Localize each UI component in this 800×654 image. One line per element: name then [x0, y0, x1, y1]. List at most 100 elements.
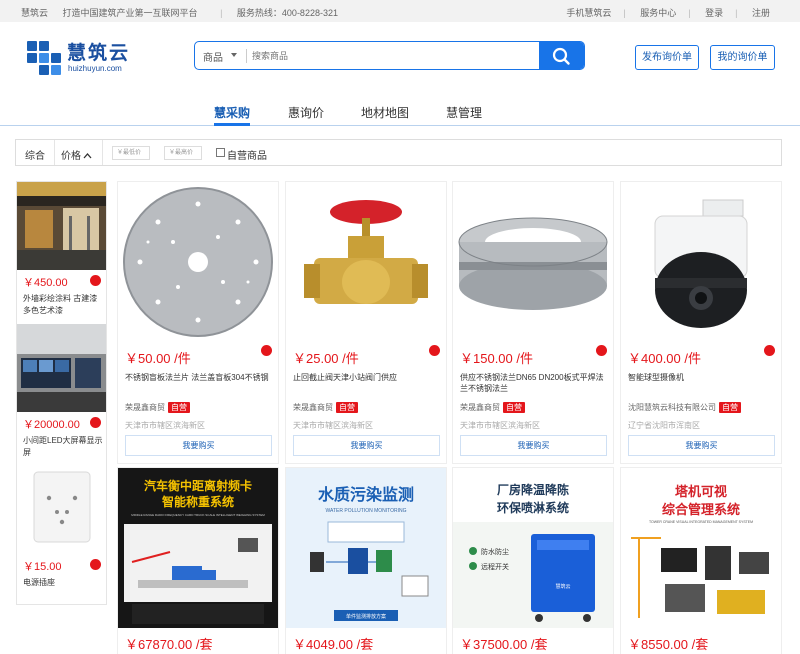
top-hotline: 服务热线：400-8228-321 [236, 8, 338, 18]
sidebar-item-name: 外墙彩绘涂料 古建漆多色艺术漆 [23, 294, 98, 315]
top-bar: 慧筑云 打造中国建筑产业第一互联网平台 | 服务热线：400-8228-321 … [0, 0, 800, 22]
chevron-down-icon[interactable] [231, 53, 237, 57]
product-price: ￥8550.00 /套 [628, 637, 709, 652]
product-price: ￥150.00 /件 [460, 351, 533, 366]
banner-title-line2: 环保喷淋系统 [497, 500, 569, 515]
feature-bullet: 远程开关 [481, 562, 509, 571]
banner-title: 水质污染监测 [318, 485, 414, 504]
sort-all[interactable]: 综合 [25, 147, 45, 162]
buy-button[interactable]: 我要购买 [628, 435, 775, 456]
product-image [118, 182, 278, 341]
nav-item-inquiry[interactable]: 惠询价 [288, 104, 324, 121]
banner-footer: 单件监测排放方案 [346, 613, 386, 620]
banner-title-line2: 智能称重系统 [161, 494, 234, 509]
product-price: ￥67870.00 /套 [125, 637, 213, 652]
product-location: 天津市市辖区滨海新区 [125, 421, 205, 430]
sidebar-item-image [17, 182, 106, 270]
recommend-sidebar: ￥450.00 外墙彩绘涂料 古建漆多色艺术漆 ￥20000.00 小间距LED… [16, 181, 107, 605]
hot-badge-icon [90, 275, 101, 286]
product-card[interactable]: ￥400.00 /件 智能球型摄像机 沈阳慧筑云科技有限公司 自营 辽宁省沈阳市浑… [620, 181, 782, 464]
self-operated-checkbox[interactable] [216, 148, 225, 157]
banner-title: 塔机可视 [675, 484, 727, 499]
sidebar-item-name: 电源插座 [23, 578, 55, 587]
product-shop[interactable]: 荣晟鑫商贸 自营 [125, 402, 190, 413]
product-shop[interactable]: 荣晟鑫商贸 自营 [293, 402, 358, 413]
nav-active-underline [214, 123, 250, 126]
product-price: ￥37500.00 /套 [460, 637, 548, 652]
sort-price[interactable]: 价格 [61, 147, 92, 162]
self-operated-badge: 自营 [336, 402, 358, 413]
banner-title: 汽车衡中距离射频卡 [144, 478, 252, 493]
product-title[interactable]: 智能球型摄像机 [628, 372, 778, 383]
self-operated-badge: 自营 [719, 402, 741, 413]
machine-label: 慧筑云 [555, 583, 570, 590]
banner-subtitle: MIDDLE RANGE RADIO FREQUENCY CARD TRUCK … [131, 513, 265, 517]
search-input[interactable] [252, 47, 532, 64]
logo-name: 慧筑云 [67, 43, 131, 64]
product-card[interactable]: ￥150.00 /件 供应不锈钢法兰DN65 DN200板式平焊法兰不锈钢法兰 … [452, 181, 614, 464]
product-location: 天津市市辖区滨海新区 [293, 421, 373, 430]
product-card[interactable]: 汽车衡中距离射频卡 智能称重系统 MIDDLE RANGE RADIO FREQ… [117, 467, 279, 654]
publish-inquiry-button[interactable]: 发布询价单 [635, 45, 699, 70]
hot-badge-icon [429, 345, 440, 356]
nav-item-material-map[interactable]: 地材地图 [361, 104, 409, 121]
product-card[interactable]: 塔机可视 综合管理系统 TOWER CRANE VISUAL INTEGRATE… [620, 467, 782, 654]
product-image: 塔机可视 综合管理系统 TOWER CRANE VISUAL INTEGRATE… [621, 468, 781, 628]
product-location: 辽宁省沈阳市浑南区 [628, 421, 700, 430]
feature-bullet: 防水防尘 [481, 547, 509, 556]
buy-button[interactable]: 我要购买 [125, 435, 272, 456]
link-login[interactable]: 登录 [705, 8, 723, 18]
product-price: ￥25.00 /件 [293, 351, 359, 366]
self-operated-badge: 自营 [168, 402, 190, 413]
hot-badge-icon [596, 345, 607, 356]
product-price: ￥400.00 /件 [628, 351, 701, 366]
product-price: ￥50.00 /件 [125, 351, 191, 366]
product-image [453, 182, 613, 341]
banner-subtitle: WATER POLLUTION MONITORING [325, 508, 406, 514]
buy-button[interactable]: 我要购买 [293, 435, 440, 456]
banner-title: 厂房降温降陈 [497, 482, 569, 497]
nav-item-purchase[interactable]: 慧采购 [214, 104, 250, 121]
product-card[interactable]: ￥25.00 /件 止回截止阀天津小站阀门供应 荣晟鑫商贸 自营 天津市市辖区滨海… [285, 181, 447, 464]
sidebar-item-image [17, 324, 106, 412]
product-image: 汽车衡中距离射频卡 智能称重系统 MIDDLE RANGE RADIO FREQ… [118, 468, 278, 628]
hot-badge-icon [90, 417, 101, 428]
product-title[interactable]: 止回截止阀天津小站阀门供应 [293, 372, 443, 383]
product-location: 天津市市辖区滨海新区 [460, 421, 540, 430]
buy-button[interactable]: 我要购买 [460, 435, 607, 456]
product-shop[interactable]: 荣晟鑫商贸 自营 [460, 402, 525, 413]
sidebar-item-price: ￥20000.00 [23, 419, 80, 431]
nav-item-management[interactable]: 慧管理 [446, 104, 482, 121]
sidebar-item-price: ￥450.00 [23, 277, 68, 289]
banner-title-line2: 综合管理系统 [662, 502, 740, 517]
link-service-center[interactable]: 服务中心 [640, 8, 676, 18]
product-title[interactable]: 供应不锈钢法兰DN65 DN200板式平焊法兰不锈钢法兰 [460, 372, 610, 394]
top-slogan: 打造中国建筑产业第一互联网平台 [62, 8, 198, 18]
search-category[interactable]: 商品 [203, 49, 223, 64]
max-price-input[interactable]: ￥最高价 [164, 146, 202, 160]
search-button[interactable] [539, 42, 584, 69]
self-operated-label: 自营商品 [227, 151, 267, 162]
product-price: ￥4049.00 /套 [293, 637, 374, 652]
my-inquiry-button[interactable]: 我的询价单 [710, 45, 775, 70]
top-brand: 慧筑云 [21, 8, 49, 18]
logo-mark-icon [27, 41, 63, 77]
banner-subtitle: TOWER CRANE VISUAL INTEGRATED MANAGEMENT… [649, 520, 753, 524]
link-mobile[interactable]: 手机慧筑云 [566, 8, 611, 18]
min-price-input[interactable]: ￥最低价 [112, 146, 150, 160]
link-register[interactable]: 注册 [752, 8, 770, 18]
sidebar-item-price: ￥15.00 [23, 561, 62, 573]
search-icon [552, 47, 570, 65]
product-card[interactable]: 厂房降温降陈 环保喷淋系统 防水防尘 远程开关 慧筑云 ￥37500.00 /套 [452, 467, 614, 654]
hot-badge-icon [261, 345, 272, 356]
site-logo[interactable]: 慧筑云 huizhuyun.com [27, 38, 137, 78]
product-shop[interactable]: 沈阳慧筑云科技有限公司 自营 [628, 402, 741, 413]
logo-url: huizhuyun.com [68, 64, 122, 73]
product-card[interactable]: ￥50.00 /件 不锈钢盲板法兰片 法兰盖盲板304不锈钢 荣晟鑫商贸 自营 天… [117, 181, 279, 464]
product-image: 水质污染监测 WATER POLLUTION MONITORING 单件监测排放… [286, 468, 446, 628]
product-title[interactable]: 不锈钢盲板法兰片 法兰盖盲板304不锈钢 [125, 372, 275, 383]
nav-divider [0, 125, 800, 126]
product-card[interactable]: 水质污染监测 WATER POLLUTION MONITORING 单件监测排放… [285, 467, 447, 654]
filter-bar: 综合 价格 ￥最低价 ￥最高价 自营商品 [15, 139, 782, 166]
hot-badge-icon [764, 345, 775, 356]
